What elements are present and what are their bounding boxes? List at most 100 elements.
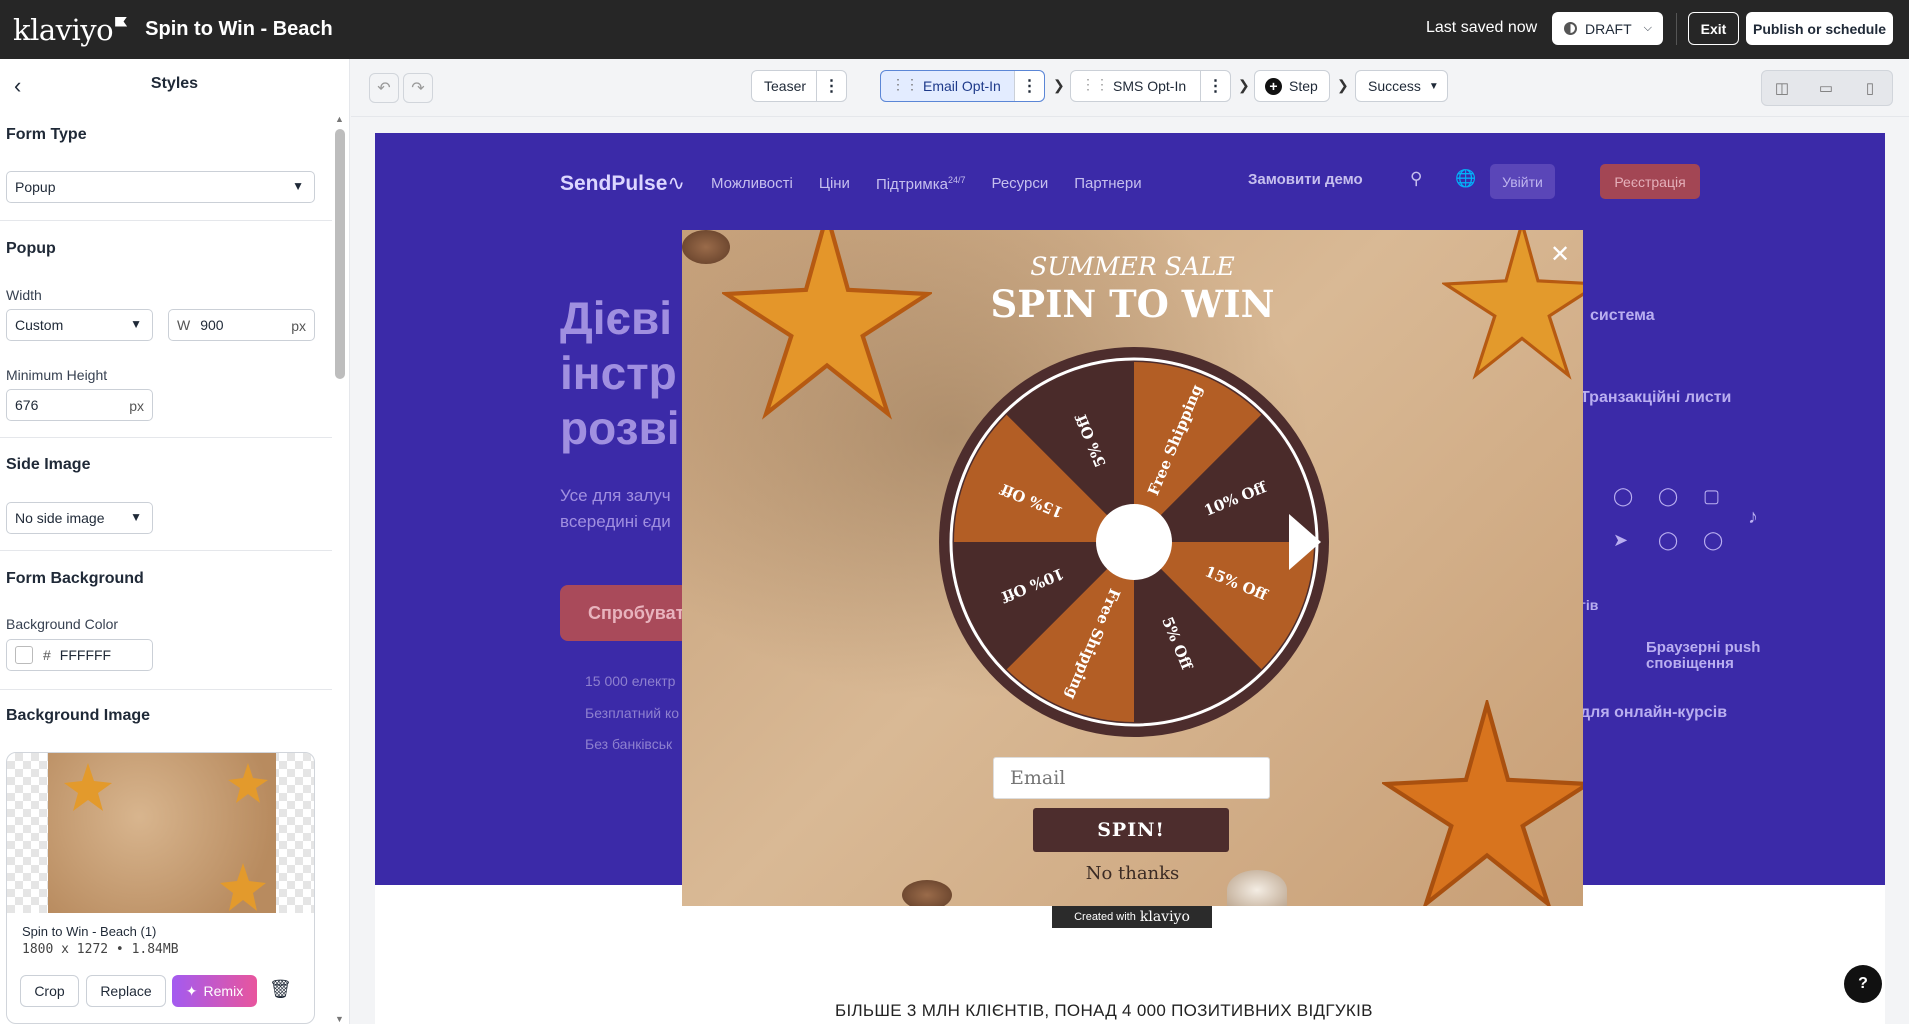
more-vertical-icon[interactable]: ⋮ [1014,71,1044,101]
divider [0,689,332,690]
background-image-thumbnail[interactable] [7,753,314,913]
divider [0,550,332,551]
email-field[interactable] [993,757,1270,799]
color-swatch[interactable] [15,646,33,664]
klaviyo-badge-logo: klaviyo [1139,909,1190,925]
scrollbar-thumb[interactable] [335,129,345,379]
side-image-heading: Side Image [6,456,91,473]
plus-circle-icon: + [1265,77,1282,95]
popup-title: SPIN TO WIN [990,282,1275,326]
background-color-label: Background Color [6,616,119,632]
desktop-icon[interactable]: ▭ [1809,73,1843,103]
remix-label: Remix [203,983,244,999]
more-vertical-icon[interactable]: ⋮ [1200,71,1230,101]
wheel-center-hub [1096,504,1172,580]
chevron-down-icon: ▼ [130,510,142,524]
step-email-label: Email Opt-In [923,78,1001,94]
divider [0,437,332,438]
min-height-label: Minimum Height [6,367,108,383]
last-saved-status: Last saved now [1426,19,1538,36]
add-step-label: Step [1289,78,1318,94]
starfish-thumbnail-icon [64,763,268,911]
prize-wheel: Free Shipping10% Off15% Off5% OffFree Sh… [939,347,1329,737]
help-button[interactable]: ? [1844,965,1882,1003]
form-type-select[interactable]: Popup ▼ [6,171,315,203]
spin-to-win-popup: ✕ SUMMER SALE SPIN TO WIN Free Shipping 1… [682,230,1583,906]
chevron-down-icon: ▼ [130,317,142,331]
no-thanks-link[interactable]: No thanks [682,863,1583,884]
split-view-icon[interactable]: ◫ [1765,73,1799,103]
replace-button[interactable]: Replace [86,975,166,1007]
add-step-button[interactable]: + Step [1254,70,1330,102]
background-image-heading: Background Image [6,707,151,724]
background-color-input[interactable]: # FFFFFF [6,639,153,671]
width-prefix: W [177,317,191,333]
form-title[interactable]: Spin to Win - Beach [145,18,333,41]
drag-handle-icon[interactable]: ⋮⋮ [891,76,919,93]
divider [0,220,332,221]
klaviyo-logo[interactable]: klaviyo [13,13,128,47]
chevron-down-icon: ▼ [292,179,304,193]
width-unit: px [291,318,306,334]
side-image-value: No side image [15,510,105,526]
min-height-unit: px [129,398,144,414]
chevron-right-icon: ❯ [1238,77,1250,93]
width-label: Width [6,287,42,303]
form-type-value: Popup [15,179,56,195]
form-background-heading: Form Background [6,570,144,587]
site-clients-banner: БІЛЬШЕ 3 МЛН КЛІЄНТІВ, ПОНАД 4 000 ПОЗИТ… [835,1001,1373,1020]
redo-icon[interactable]: ↷ [403,73,433,103]
step-email-opt-in[interactable]: ⋮⋮ Email Opt-In ⋮ [880,70,1045,102]
steps-toolbar: ↶ ↷ Teaser ⋮ ⋮⋮ Email Opt-In ⋮ ❯ ⋮⋮ SMS … [351,59,1909,117]
step-teaser-label: Teaser [764,78,807,94]
width-input[interactable]: W 900 px [168,309,315,341]
width-value: 900 [200,317,224,333]
step-teaser[interactable]: Teaser ⋮ [751,70,847,102]
panel-header: ‹ Styles [0,59,349,109]
chevron-right-icon: ❯ [1337,77,1349,93]
draft-label: DRAFT [1585,20,1632,37]
back-arrow-icon[interactable]: ‹ [14,73,21,99]
step-sms-opt-in[interactable]: ⋮⋮ SMS Opt-In ⋮ [1070,70,1231,102]
width-mode-select[interactable]: Custom ▼ [6,309,153,341]
form-type-heading: Form Type [6,126,87,143]
trash-icon[interactable]: 🗑 [269,979,292,1000]
created-with-klaviyo-badge[interactable]: Created with klaviyo [1052,906,1212,928]
chevron-down-icon: ⌵ [1643,22,1653,34]
styles-panel: ‹ Styles Form Type Popup ▼ Popup Width C… [0,59,350,1024]
scroll-up-icon[interactable]: ▲ [335,114,344,124]
min-height-value: 676 [15,397,39,413]
klaviyo-flag-icon [115,16,128,27]
scroll-down-icon[interactable]: ▼ [335,1014,344,1024]
spin-button[interactable]: SPIN! [1033,808,1229,852]
mobile-icon[interactable]: ▯ [1853,73,1887,103]
publish-button[interactable]: Publish or schedule [1746,12,1893,45]
exit-button[interactable]: Exit [1688,12,1739,45]
draft-icon [1564,22,1577,35]
drag-handle-icon[interactable]: ⋮⋮ [1081,76,1109,93]
sparkle-icon: ✦ [185,982,198,999]
image-file-meta: 1800 x 1272 • 1.84MB [22,942,179,957]
popup-heading: Popup [6,240,56,257]
remix-button[interactable]: ✦ Remix [172,975,257,1007]
more-vertical-icon[interactable]: ⋮ [816,71,846,101]
min-height-input[interactable]: 676 px [6,389,153,421]
step-success-dropdown[interactable]: Success ▼ [1355,70,1448,102]
image-file-name: Spin to Win - Beach (1) [22,924,157,939]
panel-title: Styles [150,75,199,92]
color-value: FFFFFF [59,647,112,663]
popup-subtitle: SUMMER SALE [1030,252,1235,281]
top-bar: klaviyo Spin to Win - Beach Last saved n… [0,0,1909,59]
background-image-card: Spin to Win - Beach (1) 1800 x 1272 • 1.… [6,752,315,1024]
draft-status-dropdown[interactable]: DRAFT ⌵ [1552,12,1663,45]
undo-icon[interactable]: ↶ [369,73,399,103]
side-image-select[interactable]: No side image ▼ [6,502,153,534]
divider [1676,13,1677,45]
width-mode-value: Custom [15,317,64,333]
step-sms-label: SMS Opt-In [1113,78,1187,94]
crop-button[interactable]: Crop [20,975,79,1007]
preview-canvas: SendPulse∿ Можливості Ціни Підтримка24/7… [375,133,1885,1024]
chevron-down-icon: ▼ [1428,80,1439,92]
color-hash: # [43,647,51,663]
chevron-right-icon: ❯ [1053,77,1065,93]
